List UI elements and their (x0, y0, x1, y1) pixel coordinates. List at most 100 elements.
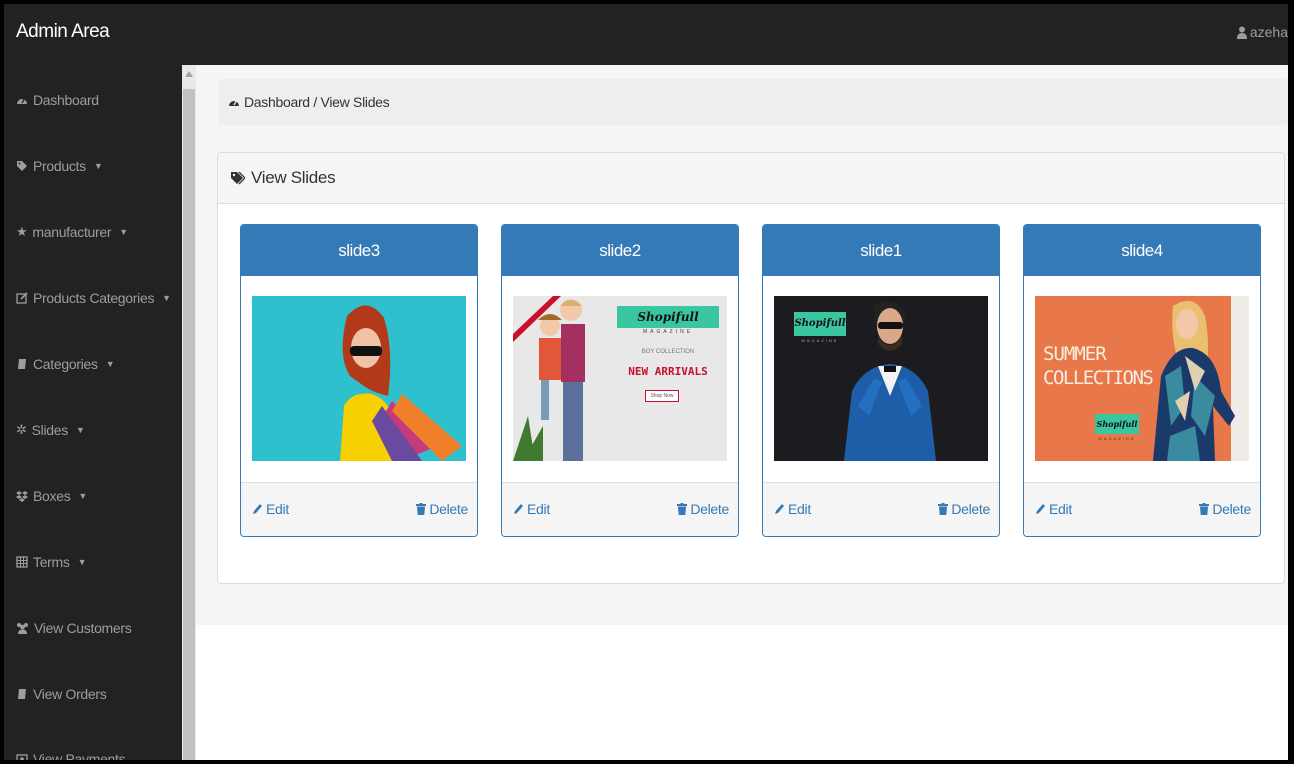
caret-down-icon: ▼ (119, 227, 128, 237)
slide-image-brand: Shopifull (617, 306, 719, 328)
book-icon (18, 689, 26, 699)
delete-label: Delete (951, 501, 990, 517)
user-name: azeha (1249, 24, 1288, 40)
caret-down-icon: ▼ (77, 557, 87, 567)
slide-title: slide3 (241, 225, 477, 276)
edit-icon (16, 292, 28, 304)
slide-card-footer: Edit Delete (241, 482, 477, 536)
money-icon (16, 754, 28, 760)
slide-image-brand: Shopifull (794, 312, 846, 336)
sidebar: Dashboard Products ▼ ★ manufacturer ▼ Pr… (4, 65, 182, 760)
user-icon (1236, 26, 1247, 39)
slide-card-footer: Edit Delete (502, 482, 738, 536)
slide-card: slide2 Shopifull MAGAZINE BOY COLLECTION… (501, 224, 739, 537)
edit-label: Edit (527, 501, 550, 517)
edit-label: Edit (788, 501, 811, 517)
brand-link[interactable]: Admin Area (16, 21, 110, 43)
slide-image-brand: Shopifull (1095, 414, 1139, 434)
sidebar-item-label: View Customers (34, 620, 132, 636)
slide-image: Shopifull MAGAZINE BOY COLLECTION NEW AR… (513, 296, 727, 461)
dashboard-icon (17, 98, 27, 104)
slide-image: Shopifull MAGAZINE (774, 296, 988, 461)
sidebar-item-dashboard[interactable]: Dashboard (16, 92, 99, 108)
caret-down-icon: ▼ (93, 161, 103, 171)
delete-link[interactable]: Delete (677, 501, 729, 517)
view-slides-panel: View Slides slide3 Edit Delete slide2 Sh… (217, 152, 1285, 584)
trash-icon (1199, 503, 1210, 515)
slide-image (252, 296, 466, 461)
top-navbar: Admin Area azeha (4, 4, 1288, 65)
slide-image-sub: MAGAZINE (801, 338, 839, 343)
breadcrumb: Dashboard / View Slides (218, 79, 1288, 125)
dashboard-icon (229, 100, 239, 106)
trash-icon (677, 503, 688, 515)
sidebar-item-label: Terms (33, 554, 70, 570)
slide-card-footer: Edit Delete (763, 482, 999, 536)
breadcrumb-text: Dashboard / View Slides (244, 94, 390, 110)
tags-icon (231, 171, 245, 184)
edit-link[interactable]: Edit (252, 501, 289, 517)
delete-link[interactable]: Delete (938, 501, 990, 517)
table-icon (16, 556, 28, 568)
main-content: Dashboard / View Slides View Slides slid… (196, 65, 1288, 625)
sidebar-item-manufacturer[interactable]: ★ manufacturer ▼ (16, 224, 128, 240)
slide-image-sub: MAGAZINE (642, 329, 694, 335)
trash-icon (938, 503, 949, 515)
sidebar-item-label: Slides (31, 422, 69, 438)
sidebar-item-label: Categories (33, 356, 98, 372)
slide-image-button: Shop Now (645, 390, 679, 402)
slide-title: slide2 (502, 225, 738, 276)
slide-image: SUMMER COLLECTIONS Shopifull MAGAZINE (1035, 296, 1249, 461)
sidebar-item-view-orders[interactable]: View Orders (16, 686, 107, 702)
user-menu[interactable]: azeha (1236, 24, 1288, 40)
tag-icon (17, 161, 27, 171)
sidebar-item-view-payments[interactable]: View Payments (16, 751, 126, 760)
edit-label: Edit (266, 501, 289, 517)
trash-icon (416, 503, 427, 515)
edit-link[interactable]: Edit (1035, 501, 1072, 517)
caret-down-icon: ▼ (105, 359, 115, 369)
caret-down-icon: ▼ (162, 293, 171, 303)
slide-title: slide1 (763, 225, 999, 276)
sidebar-item-boxes[interactable]: Boxes ▼ (16, 488, 87, 504)
delete-label: Delete (429, 501, 468, 517)
slide-card-footer: Edit Delete (1024, 482, 1260, 536)
panel-heading: View Slides (218, 153, 1284, 204)
sidebar-item-label: manufacturer (32, 224, 112, 240)
sidebar-scrollbar[interactable] (182, 65, 196, 760)
star-icon: ★ (16, 224, 28, 239)
scroll-up-arrow-icon[interactable] (185, 71, 193, 77)
pencil-icon (1036, 504, 1045, 514)
sidebar-item-label: Products (33, 158, 86, 174)
sidebar-item-categories[interactable]: Categories ▼ (16, 356, 115, 372)
sidebar-item-products[interactable]: Products ▼ (16, 158, 103, 174)
gear-icon: ✲ (16, 422, 27, 437)
edit-link[interactable]: Edit (774, 501, 811, 517)
pencil-icon (775, 504, 784, 514)
sidebar-item-slides[interactable]: ✲ Slides ▼ (16, 422, 85, 438)
sidebar-item-products-categories[interactable]: Products Categories ▼ (16, 290, 171, 306)
dropbox-icon (16, 491, 28, 502)
slide-image-sub: MAGAZINE (1098, 436, 1136, 441)
users-icon (17, 623, 28, 634)
sidebar-item-view-customers[interactable]: View Customers (16, 620, 132, 636)
sidebar-item-label: Dashboard (33, 92, 99, 108)
pencil-icon (514, 504, 523, 514)
sidebar-item-label: View Orders (33, 686, 107, 702)
caret-down-icon: ▼ (78, 491, 88, 501)
caret-down-icon: ▼ (75, 425, 85, 435)
sidebar-item-terms[interactable]: Terms ▼ (16, 554, 87, 570)
slide-title: slide4 (1024, 225, 1260, 276)
delete-link[interactable]: Delete (416, 501, 468, 517)
pencil-icon (253, 504, 262, 514)
edit-label: Edit (1049, 501, 1072, 517)
slide-image-line2: NEW ARRIVALS (628, 365, 708, 378)
delete-link[interactable]: Delete (1199, 501, 1251, 517)
sidebar-item-label: Products Categories (33, 290, 155, 306)
panel-title: View Slides (251, 168, 336, 187)
sidebar-item-label: Boxes (33, 488, 71, 504)
scrollbar-thumb[interactable] (183, 89, 195, 760)
edit-link[interactable]: Edit (513, 501, 550, 517)
book-icon (18, 359, 26, 369)
slide-image-line1: BOY COLLECTION (641, 349, 695, 355)
